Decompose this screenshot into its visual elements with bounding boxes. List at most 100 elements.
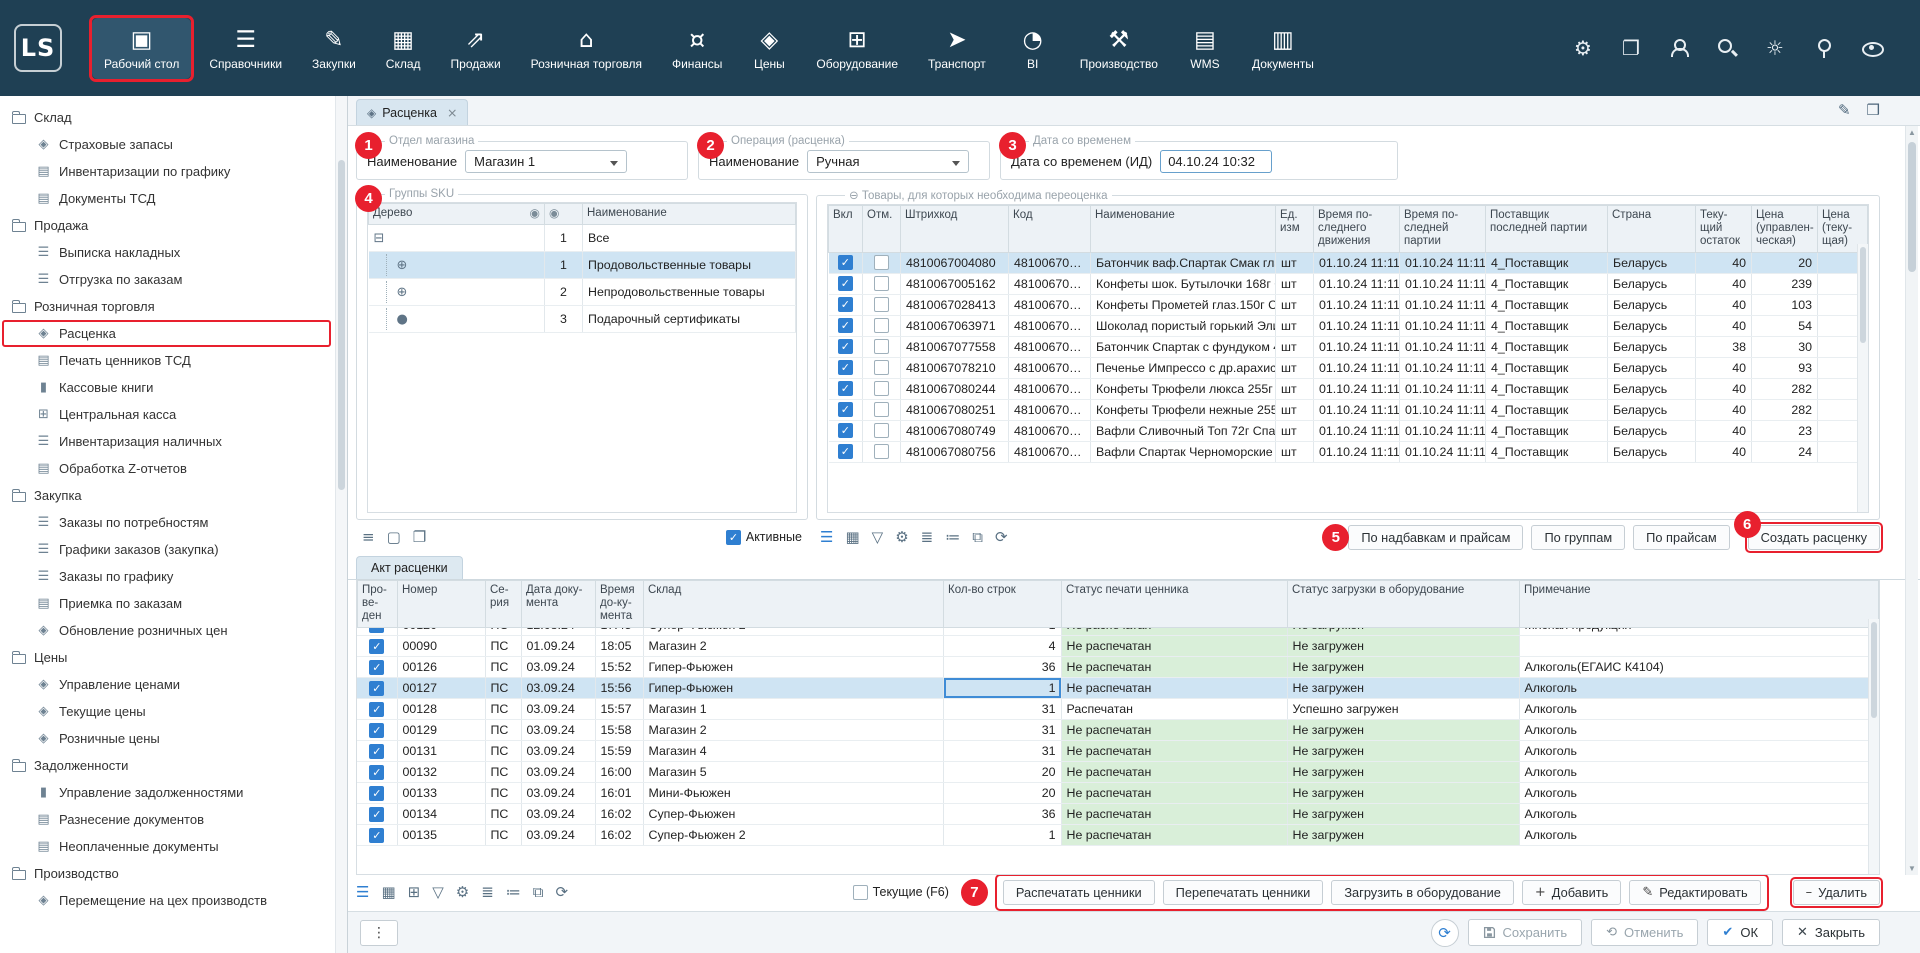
sidebar-item[interactable]: Склад [0,104,333,131]
include-checkbox[interactable] [838,360,853,375]
module-refs[interactable]: Справочники [197,18,294,79]
add-act-button[interactable]: + Добавить [1522,880,1621,905]
scrollbar-thumb[interactable] [1871,622,1877,718]
col-load-status[interactable]: Статус загрузки в оборудование [1288,581,1520,628]
col-code[interactable]: Код [1009,206,1091,253]
product-row[interactable]: 4810067063971 48100670… Шоколад пористый… [829,315,1868,336]
include-checkbox[interactable] [838,423,853,438]
include-checkbox[interactable] [838,276,853,291]
sidebar-item[interactable]: Обработка Z-отчетов [0,455,333,482]
view-grid-icon[interactable]: ▦ [381,885,395,900]
sidebar-item[interactable]: Заказы по потребностям [0,509,333,536]
active-checkbox[interactable] [726,530,741,545]
sidebar-item[interactable]: Продажа [0,212,333,239]
sidebar-item[interactable]: Центральная касса [0,401,333,428]
export-icon[interactable]: ⧉ [533,885,544,900]
main-scrollbar[interactable] [1905,126,1918,875]
col-barcode[interactable]: Штрихкод [901,206,1009,253]
sidebar-item[interactable]: Розничная торговля [0,293,333,320]
act-row[interactable]: 00135 ПС 03.09.24 16:02 Супер-Фьюжен 2 1… [357,825,1879,846]
sku-group-row[interactable]: ● 3 Подарочный сертификаты [369,306,796,333]
col-number[interactable]: Номер [398,581,486,628]
tree-expander-icon[interactable]: ● [397,312,408,327]
col-batch-time[interactable]: Время по-следней партии [1400,206,1486,253]
sidebar-item[interactable]: Разнесение документов [0,806,333,833]
sidebar-item[interactable]: Приемка по заказам [0,590,333,617]
module-production[interactable]: Производство [1068,18,1170,79]
col-move-time[interactable]: Время по-следнего движения [1314,206,1400,253]
done-checkbox[interactable] [369,681,384,696]
done-checkbox[interactable] [369,639,384,654]
product-row[interactable]: 4810067004080 48100670… Батончик ваф.Спа… [829,252,1868,273]
sort-icon[interactable]: ◉ [530,207,540,221]
done-checkbox[interactable] [369,702,384,717]
datetime-input[interactable] [1160,150,1272,173]
sidebar-item[interactable]: Текущие цены [0,698,333,725]
calendar-icon[interactable]: ⊞ [408,885,421,900]
module-equipment[interactable]: Оборудование [804,18,910,79]
col-stock[interactable]: Теку-щий остаток [1696,206,1752,253]
panels-icon[interactable]: ❐ [1622,39,1640,57]
mark-checkbox[interactable] [874,423,889,438]
sidebar-item[interactable]: Расценка [0,320,333,347]
col-doc-date[interactable]: Дата доку- мента [522,581,596,628]
include-checkbox[interactable] [838,339,853,354]
sidebar-item[interactable]: Производство [0,860,333,887]
col-series[interactable]: Се- рия [486,581,522,628]
mark-checkbox[interactable] [874,360,889,375]
done-checkbox[interactable] [369,660,384,675]
product-row[interactable]: 4810067077558 48100670… Батончик Спартак… [829,336,1868,357]
sidebar-item[interactable]: Задолженности [0,752,333,779]
done-checkbox[interactable] [369,786,384,801]
scrollbar-thumb[interactable] [1908,142,1916,272]
mark-checkbox[interactable] [874,402,889,417]
sku-col-index[interactable]: ◉ [545,204,583,225]
search-icon[interactable] [1718,39,1736,57]
module-sales[interactable]: Продажи [439,18,513,79]
sidebar-item[interactable]: Управление задолженностями [0,779,333,806]
sidebar-item[interactable]: Инвентаризация наличных [0,428,333,455]
sidebar-item[interactable]: Розничные цены [0,725,333,752]
cascade-windows-icon[interactable]: ❐ [413,530,426,545]
col-incl[interactable]: Вкл [829,206,863,253]
act-row[interactable]: 00127 ПС 03.09.24 15:56 Гипер-Фьюжен 1 Н… [357,678,1879,699]
done-checkbox[interactable] [369,744,384,759]
sidebar-item[interactable]: Выписка накладных [0,239,333,266]
act-row[interactable]: 00133 ПС 03.09.24 16:01 Мини-Фьюжен 20 Н… [357,783,1879,804]
add-condition-icon[interactable]: ≔ [506,885,521,900]
settings-gear-icon[interactable]: ⚙ [1574,39,1592,57]
module-warehouse[interactable]: Склад [374,18,433,79]
tab-rascenka[interactable]: ◈ Расценка × [356,99,468,125]
sidebar-item[interactable]: Инвентаризации по графику [0,158,333,185]
maximize-icon[interactable]: ❒ [1867,101,1880,119]
filter-icon[interactable]: ▽ [872,530,884,545]
refresh-icon[interactable]: ⟳ [556,885,569,900]
sidebar-item[interactable]: Кассовые книги [0,374,333,401]
sku-col-name[interactable]: Наименование [583,204,796,225]
act-row[interactable]: 00131 ПС 03.09.24 15:59 Магазин 4 31 Не … [357,741,1879,762]
settings-gear-icon[interactable]: ⚙ [456,885,469,900]
view-list-icon[interactable]: ☰ [820,530,833,545]
module-documents[interactable]: Документы [1240,18,1326,79]
tab-act-rascenki[interactable]: Акт расценки [356,556,463,579]
sidebar-item[interactable]: Перемещение на цех производств [0,887,333,914]
add-condition-icon[interactable]: ≔ [945,530,960,545]
sidebar-item[interactable]: Цены [0,644,333,671]
close-button[interactable]: ✕ Закрыть [1782,919,1880,946]
group-rows-icon[interactable]: ≣ [921,530,934,545]
product-row[interactable]: 4810067080244 48100670… Конфеты Трюфели … [829,378,1868,399]
sidebar-item[interactable]: Заказы по графику [0,563,333,590]
refresh-icon[interactable]: ⟳ [995,530,1008,545]
settings-gear-icon[interactable]: ⚙ [895,530,908,545]
sidebar-item[interactable]: Графики заказов (закупка) [0,536,333,563]
sku-group-row[interactable]: ⊕ 1 Продовольственные товары [369,252,796,279]
col-unit[interactable]: Ед. изм [1276,206,1314,253]
act-row[interactable]: 00129 ПС 03.09.24 15:58 Магазин 2 31 Не … [357,720,1879,741]
done-checkbox[interactable] [369,807,384,822]
sort-icon[interactable]: ◉ [549,206,559,220]
products-scrollbar[interactable] [1857,244,1868,512]
sidebar-item[interactable]: Неоплаченные документы [0,833,333,860]
app-logo[interactable]: LS [14,24,62,72]
include-checkbox[interactable] [838,255,853,270]
pin-icon[interactable] [1814,39,1832,57]
